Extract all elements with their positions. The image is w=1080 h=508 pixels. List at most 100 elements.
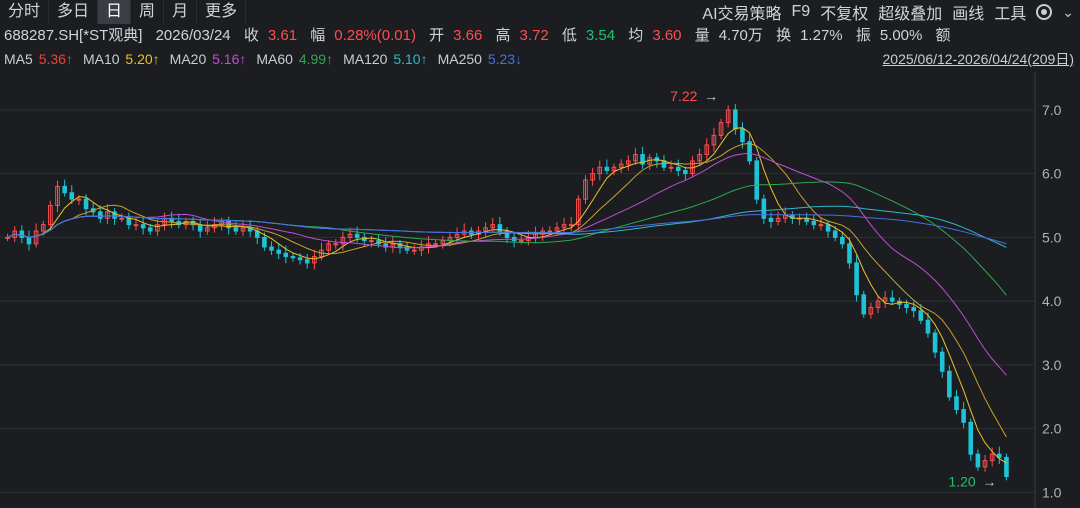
- open-value: 3.66: [453, 27, 483, 44]
- candle: [711, 127, 717, 152]
- candle-body: [975, 453, 981, 468]
- candle: [383, 237, 389, 252]
- candle: [761, 194, 767, 225]
- candle: [312, 249, 317, 270]
- quote-bar: 688287.SH[*ST观典] 2026/03/24 收 3.61 幅 0.28%…: [4, 25, 960, 47]
- y-tick-label: 2.0: [1042, 421, 1062, 437]
- candle: [169, 211, 174, 229]
- avg-value: 3.60: [652, 27, 682, 44]
- candle: [5, 233, 10, 242]
- candle: [704, 138, 710, 161]
- candle: [19, 225, 25, 244]
- amount-label: 额: [935, 27, 951, 44]
- stock-code: 688287.SH[*ST观典]: [4, 27, 143, 44]
- candle-body: [290, 256, 296, 259]
- amplitude-label: 振: [855, 27, 871, 44]
- candle: [205, 221, 210, 235]
- volume-label: 量: [694, 27, 710, 44]
- candle: [961, 401, 966, 429]
- candle: [889, 290, 895, 305]
- candle-body: [19, 230, 25, 238]
- candle: [633, 147, 638, 165]
- top-toolbar: 分时 多日 日 周 月 更多 AI交易策略 F9 不复权 超级叠加 画线 工具 …: [0, 0, 1080, 24]
- candle-body: [98, 211, 103, 219]
- ai-strategy-button[interactable]: AI交易策略: [702, 0, 781, 24]
- candle: [640, 146, 645, 169]
- tab-intraday[interactable]: 分时: [0, 0, 50, 24]
- f9-button[interactable]: F9: [792, 3, 811, 21]
- open-label: 开: [429, 27, 445, 44]
- chevron-down-icon[interactable]: ⌄: [1062, 4, 1074, 21]
- ma-value: 5.20↑: [125, 51, 160, 67]
- candle: [733, 104, 738, 135]
- change-value: 0.28%(0.01): [334, 27, 416, 44]
- candle: [775, 211, 781, 226]
- candle: [290, 252, 296, 262]
- candle-body: [825, 224, 831, 232]
- date-range[interactable]: 2025/06/12-2026/04/24(209日): [883, 49, 1074, 69]
- tab-weekly[interactable]: 周: [131, 0, 165, 24]
- candle: [483, 222, 488, 238]
- candle-body: [947, 370, 952, 398]
- overlay-button[interactable]: 超级叠加: [878, 0, 942, 24]
- avg-label: 均: [628, 27, 644, 44]
- low-arrow: →: [982, 474, 996, 490]
- candle: [683, 166, 688, 181]
- candle-body: [832, 230, 838, 238]
- candle-body: [297, 257, 303, 261]
- ma-value: 4.99↑: [298, 51, 334, 67]
- candle: [326, 239, 331, 255]
- adjust-button[interactable]: 不复权: [820, 0, 868, 24]
- candle-body: [547, 230, 553, 233]
- quote-date: 2026/03/24: [155, 27, 231, 44]
- candle-body: [411, 249, 417, 252]
- ma-value: 5.23↓: [487, 51, 523, 67]
- candle-body: [768, 217, 774, 222]
- candle: [576, 195, 581, 229]
- tools-button[interactable]: 工具: [994, 0, 1026, 24]
- candle-body: [861, 294, 867, 315]
- candle-body: [889, 297, 895, 302]
- volume-value: 4.70万: [718, 27, 763, 44]
- candle-body: [433, 243, 438, 246]
- candle-body: [683, 169, 688, 175]
- ma-value: 5.36↑: [38, 51, 73, 67]
- ma-label: MA60: [256, 51, 297, 67]
- candle: [55, 180, 60, 213]
- candle: [939, 347, 945, 378]
- candle: [875, 295, 881, 314]
- candle-body: [276, 249, 281, 254]
- draw-line-button[interactable]: 画线: [952, 0, 984, 24]
- toolbar-right: AI交易策略 F9 不复权 超级叠加 画线 工具 ⌄: [702, 0, 1080, 24]
- candle: [504, 227, 510, 244]
- turnover-label: 换: [776, 27, 792, 44]
- candle-body: [304, 259, 310, 264]
- candle: [533, 226, 538, 244]
- ma-label: MA10: [82, 51, 124, 67]
- candle-body: [283, 252, 289, 258]
- period-tabs: 分时 多日 日 周 月 更多: [0, 0, 247, 24]
- candle: [390, 236, 396, 253]
- candle: [254, 227, 260, 245]
- amplitude-value: 5.00%: [879, 27, 923, 44]
- tab-daily[interactable]: 日: [98, 0, 132, 24]
- candle: [304, 253, 310, 269]
- candle-body: [954, 396, 959, 411]
- tab-more[interactable]: 更多: [197, 0, 247, 24]
- tab-multi-day[interactable]: 多日: [49, 0, 99, 24]
- candle: [176, 213, 182, 229]
- candle: [975, 449, 981, 471]
- candle-body: [840, 236, 845, 245]
- candle: [754, 157, 760, 204]
- candle: [126, 212, 132, 230]
- gear-icon[interactable]: [1036, 4, 1053, 20]
- candle: [561, 217, 567, 234]
- ma-value: 5.16↑: [212, 51, 247, 67]
- candle-body: [911, 307, 916, 312]
- y-tick-label: 3.0: [1042, 357, 1062, 373]
- candle: [26, 230, 32, 251]
- tab-monthly[interactable]: 月: [164, 0, 198, 24]
- close-label: 收: [243, 27, 259, 44]
- candle-body: [740, 128, 745, 143]
- candle-body: [932, 332, 938, 353]
